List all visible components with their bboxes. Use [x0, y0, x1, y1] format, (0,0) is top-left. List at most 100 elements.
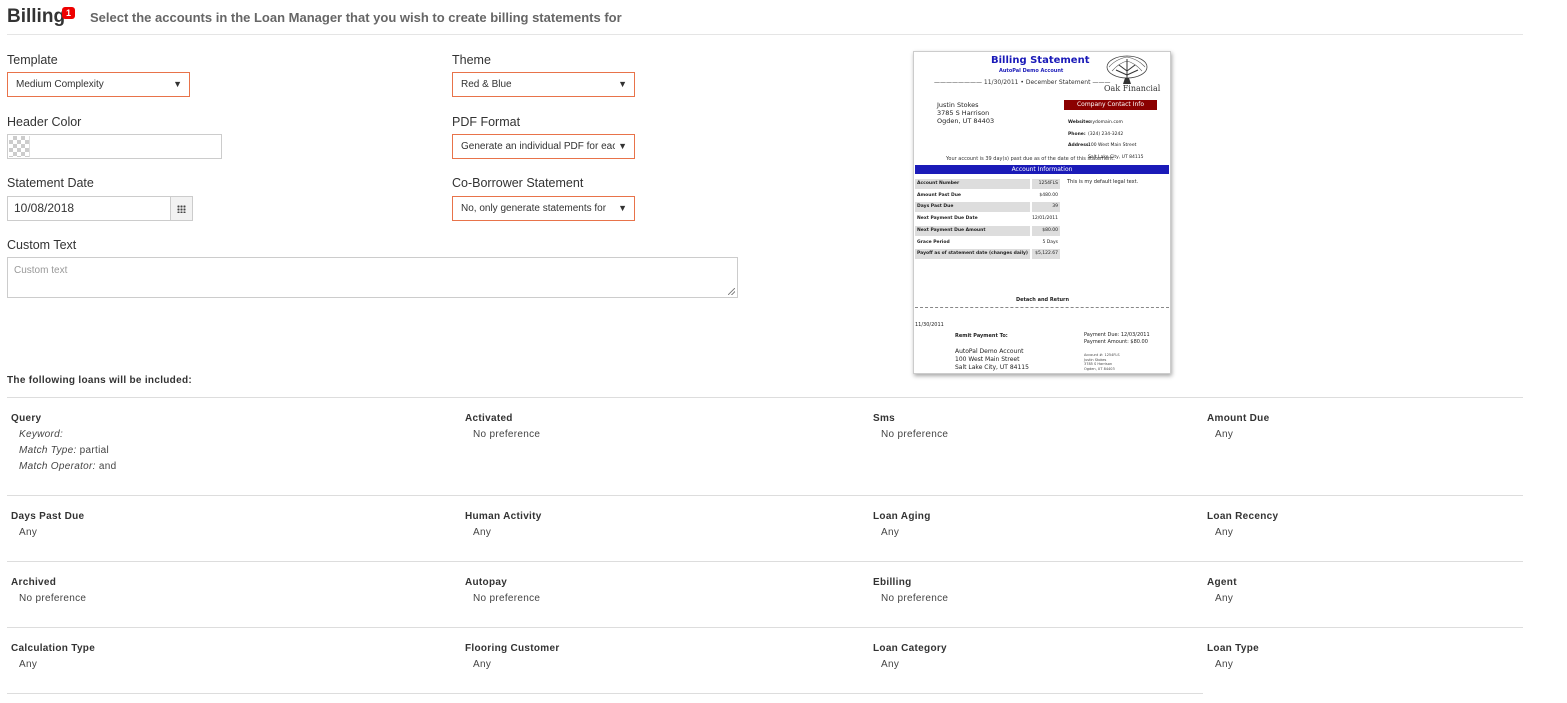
keyword-label: Keyword: [19, 429, 64, 440]
contact-value: 100 West Main Street [1088, 143, 1137, 148]
filter-value: Any [1215, 593, 1234, 604]
filter-value: Any [1215, 429, 1234, 440]
account-row-key: Next Payment Due Amount [917, 228, 986, 233]
filter-value: Any [881, 527, 900, 538]
remit-line: 100 West Main Street [955, 356, 1020, 363]
preview-brand: Oak Financial [1104, 84, 1161, 93]
preview-stub-account: Account #: 1254FLS Justin Stokes 3785 S … [1084, 353, 1120, 371]
preview-remit-address: AutoPal Demo Account 100 West Main Stree… [955, 348, 1029, 372]
filter-name: Human Activity [465, 511, 542, 522]
match-operator-value: and [98, 461, 117, 472]
custom-text-input[interactable]: Custom text [7, 257, 738, 298]
filter-value: No preference [881, 429, 949, 440]
filter-value: Any [1215, 527, 1234, 538]
account-row: Amount Past Due $480.00 [915, 191, 1060, 201]
payment-amount: Payment Amount: $80.00 [1084, 339, 1148, 345]
theme-select-value: Red & Blue [461, 79, 512, 90]
match-type-label: Match Type: [19, 445, 77, 456]
filter-name: Loan Aging [873, 511, 931, 522]
calendar-button[interactable] [170, 196, 193, 221]
co-borrower-label: Co-Borrower Statement [452, 176, 584, 190]
account-row-key: Amount Past Due [917, 193, 961, 198]
page-title: Billing [7, 6, 66, 27]
account-row-value: $480.00 [1039, 193, 1058, 198]
divider [7, 495, 1523, 496]
filter-name: Loan Recency [1207, 511, 1279, 522]
caret-down-icon: ▼ [615, 135, 627, 158]
calendar-icon [177, 205, 186, 213]
included-label: The following loans will be included: [7, 375, 192, 386]
template-select-value: Medium Complexity [16, 79, 104, 90]
header-color-input[interactable] [7, 134, 222, 159]
co-borrower-select-value: No, only generate statements for [461, 203, 607, 214]
statement-date-label: Statement Date [7, 176, 94, 190]
contact-value: (324) 234-3242 [1088, 131, 1124, 137]
account-row-value: 12/01/2011 [1032, 216, 1058, 221]
custom-text-label: Custom Text [7, 238, 77, 252]
co-borrower-select[interactable]: No, only generate statements for ▼ [452, 196, 635, 221]
preview-account-header: Account Information [915, 165, 1169, 174]
statement-date-input[interactable]: 10/08/2018 [7, 196, 171, 221]
template-select[interactable]: Medium Complexity ▼ [7, 72, 190, 97]
preview-date-line: ———————— 11/30/2011 • December Statement… [934, 79, 1111, 86]
filter-value: Any [19, 659, 38, 670]
statement-preview: Billing Statement AutoPal Demo Account —… [913, 51, 1171, 374]
filter-query-keyword: Keyword: [19, 429, 63, 440]
filter-name: Agent [1207, 577, 1237, 588]
header-color-label: Header Color [7, 115, 82, 129]
filter-name: Days Past Due [11, 511, 85, 522]
filter-name: Amount Due [1207, 413, 1270, 424]
notification-badge[interactable]: 1 [62, 7, 76, 19]
contact-value: mydomain.com [1088, 120, 1123, 125]
filter-name: Calculation Type [11, 643, 96, 654]
account-row-key: Account Number [917, 181, 960, 186]
filter-value: No preference [473, 593, 541, 604]
filter-name: Autopay [465, 577, 508, 588]
match-operator-label: Match Operator: [19, 461, 96, 472]
account-row-key: Next Payment Due Date [917, 216, 978, 221]
stub-line: Ogden, UT 84403 [1084, 366, 1115, 371]
caret-down-icon: ▼ [618, 79, 627, 89]
caret-down-icon: ▼ [173, 79, 182, 89]
filter-value: No preference [19, 593, 87, 604]
filter-value: No preference [881, 593, 949, 604]
caret-down-icon: ▼ [615, 197, 627, 220]
preview-detach-line [915, 307, 1169, 308]
account-row-value: $80.00 [1042, 228, 1058, 233]
preview-detach-label: Detach and Return [1016, 297, 1070, 303]
filter-name: Loan Type [1207, 643, 1259, 654]
filter-name: Sms [873, 413, 896, 424]
transparent-swatch-icon[interactable] [9, 136, 30, 157]
account-row: Grace Period 5 Days [915, 238, 1060, 248]
theme-select[interactable]: Red & Blue ▼ [452, 72, 635, 97]
pdf-format-select[interactable]: Generate an individual PDF for each ▼ [452, 134, 635, 159]
borrower-city: Ogden, UT 84403 [937, 117, 995, 125]
preview-subtitle: AutoPal Demo Account [999, 68, 1064, 74]
filter-query-name: Query [11, 413, 42, 424]
page-header: Billing 1 Select the accounts in the Loa… [7, 4, 1523, 35]
theme-label: Theme [452, 53, 491, 67]
contact-key: Website: [1068, 120, 1091, 125]
filter-value: Any [1215, 659, 1234, 670]
filter-name: Ebilling [873, 577, 912, 588]
account-row-value: 1254FLS [1038, 181, 1058, 186]
filter-name: Activated [465, 413, 513, 424]
preview-title: Billing Statement [991, 55, 1090, 66]
preview-contact-header: Company Contact Info [1064, 100, 1157, 110]
account-row: Payoff as of statement date (changes dai… [915, 249, 1060, 259]
preview-payment-info: Payment Due: 12/03/2011 Payment Amount: … [1084, 332, 1150, 346]
resize-grip-icon[interactable] [728, 288, 735, 295]
preview-legal-text: This is my default legal text. [1067, 179, 1139, 185]
pdf-format-select-value: Generate an individual PDF for each [461, 141, 623, 152]
borrower-name: Justin Stokes [937, 101, 979, 109]
filter-query-match-type: Match Type: partial [19, 445, 109, 456]
account-row-key: Payoff as of statement date (changes dai… [917, 251, 1028, 256]
template-label: Template [7, 53, 58, 67]
divider [7, 693, 1203, 694]
account-row: Next Payment Due Date 12/01/2011 [915, 214, 1060, 224]
divider [7, 627, 1523, 628]
filter-name: Archived [11, 577, 57, 588]
match-type-value: partial [79, 445, 110, 456]
remit-line: Salt Lake City, UT 84115 [955, 364, 1029, 371]
payment-due: Payment Due: 12/03/2011 [1084, 332, 1150, 338]
